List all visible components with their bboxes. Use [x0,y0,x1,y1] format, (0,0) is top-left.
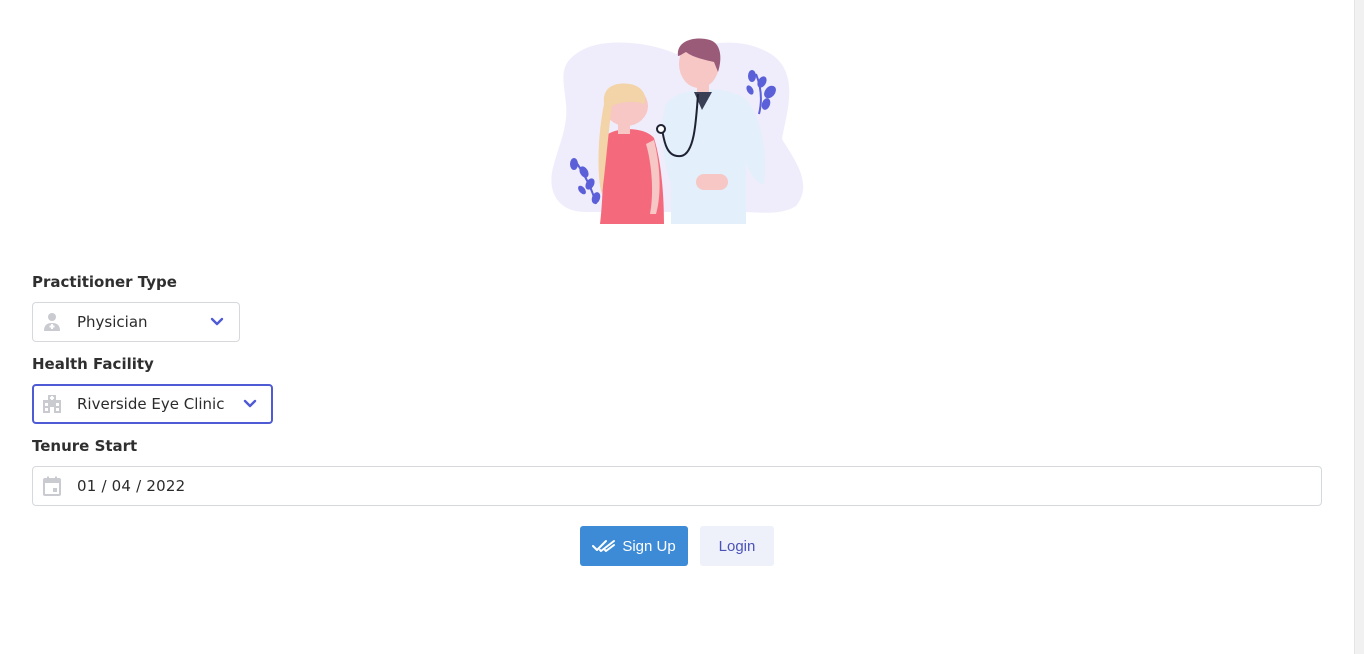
chevron-down-icon [242,396,258,412]
health-facility-select[interactable]: Riverside Eye Clinic [32,384,273,424]
health-facility-field: Health Facility Riverside Eye Clinic [32,352,1322,424]
double-check-icon [592,539,616,553]
practitioner-type-value: Physician [77,313,148,331]
chevron-down-icon [209,314,225,330]
page-scrollbar[interactable] [1354,0,1364,654]
tenure-start-field: Tenure Start 01 / 04 / 2022 [32,434,1322,506]
hospital-building-icon [41,393,63,415]
calendar-icon [41,475,63,497]
user-doctor-icon [41,311,63,333]
signup-button[interactable]: Sign Up [580,526,688,566]
tenure-start-label: Tenure Start [32,437,138,455]
practitioner-type-field: Practitioner Type Physician [32,270,1322,342]
signup-form: Practitioner Type Physician Health Facil… [32,270,1322,516]
login-button[interactable]: Login [700,526,774,566]
tenure-start-date-input[interactable]: 01 / 04 / 2022 [32,466,1322,506]
practitioner-type-label: Practitioner Type [32,273,177,291]
health-facility-label: Health Facility [32,355,154,373]
tenure-start-value[interactable]: 01 / 04 / 2022 [77,477,185,495]
doctor-patient-illustration [551,38,804,224]
signup-button-label: Sign Up [622,537,676,555]
form-actions: Sign Up Login [580,526,774,566]
health-facility-value: Riverside Eye Clinic [77,395,225,413]
login-button-label: Login [718,537,756,555]
practitioner-type-select[interactable]: Physician [32,302,240,342]
